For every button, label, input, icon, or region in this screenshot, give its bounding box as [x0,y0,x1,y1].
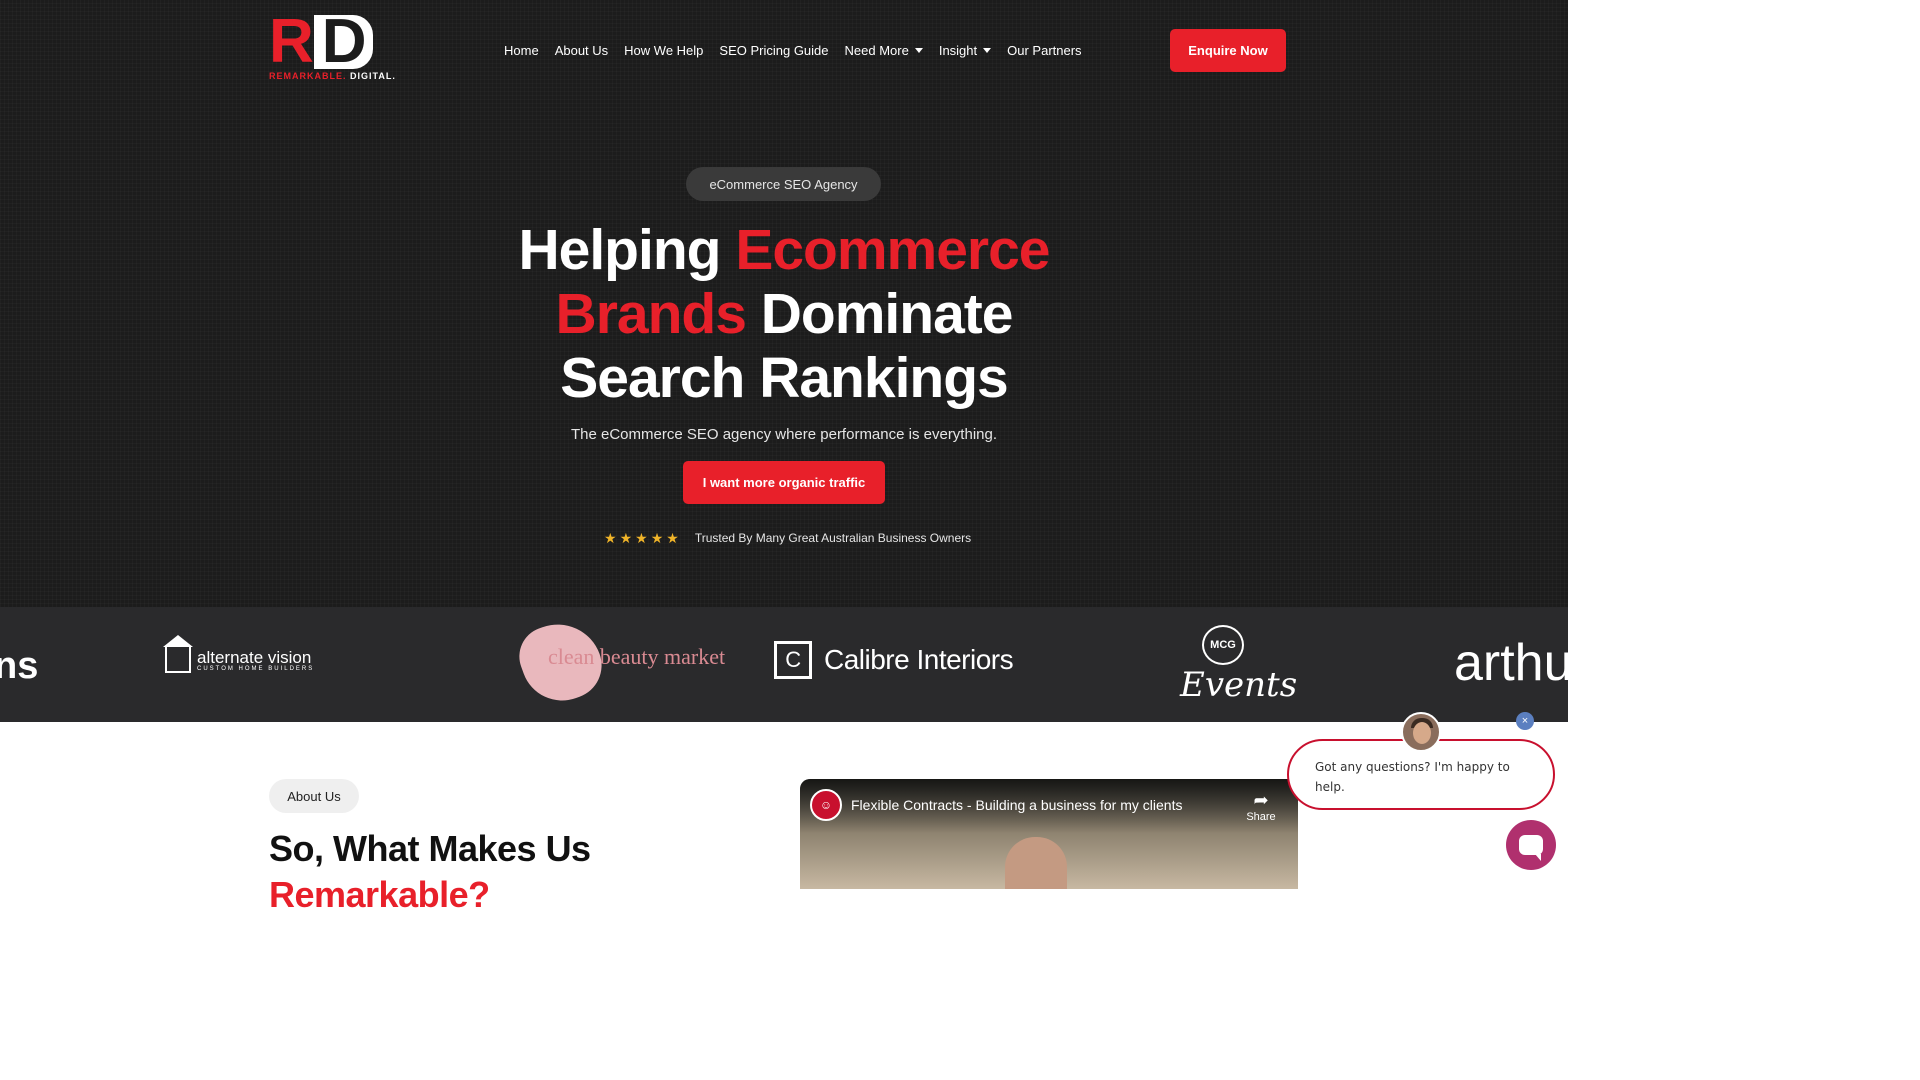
headline-highlight: Ecommerce [735,218,1050,282]
share-icon: ➦ [1253,790,1269,810]
hero-section: RD REMARKABLE. DIGITAL. Home About Us Ho… [0,0,1568,608]
youtube-video-embed[interactable]: ☺ Flexible Contracts - Building a busine… [800,779,1298,889]
client-logo-calibre-interiors: C Calibre Interiors [774,641,1014,679]
client-logo-name: Calibre Interiors [824,644,1014,675]
hero-tag-pill: eCommerce SEO Agency [686,167,881,201]
headline-text: Search Rankings [560,346,1009,410]
enquire-now-button[interactable]: Enquire Now [1170,29,1286,72]
nav-item-home[interactable]: Home [504,40,539,60]
hero-subline: The eCommerce SEO agency where performan… [570,426,998,443]
headline-highlight: Brands [555,282,747,346]
client-logo-partial: ns [0,645,39,687]
headline-text: Helping [518,218,736,282]
nav-item-our-partners[interactable]: Our Partners [1007,40,1081,60]
nav-label: Our Partners [1007,42,1082,58]
star-icon: ★ [650,530,664,546]
nav-label: About Us [554,42,609,58]
chevron-down-icon [914,47,923,53]
logo-wordmark-white: DIGITAL. [350,71,396,81]
nav-label: Need More [844,42,909,58]
logo-wordmark: REMARKABLE. DIGITAL. [269,71,411,81]
nav-item-about-us[interactable]: About Us [555,40,608,60]
nav-label: How We Help [624,42,704,58]
chat-bubble-icon [1519,835,1543,861]
nav-item-need-more[interactable]: Need More [845,40,923,60]
video-thumbnail-person [1005,837,1067,889]
star-icon: ★ [666,530,679,546]
about-heading: So, What Makes Us Remarkable? [269,826,591,918]
logo-mark: RD [269,7,411,76]
organic-traffic-cta-button[interactable]: I want more organic traffic [683,461,885,504]
mcg-badge: MCG [1202,625,1244,665]
client-logo-name: clean beauty market [548,644,726,669]
client-logo-alternate-vision: alternate vision CUSTOM HOME BUILDERS [163,635,315,673]
trust-text: Trusted By Many Great Australian Busines… [694,531,972,545]
channel-avatar-icon[interactable]: ☺ [810,789,842,821]
client-logo-name: alternate vision [197,647,312,667]
nav-item-seo-pricing-guide[interactable]: SEO Pricing Guide [719,40,828,60]
nav-label: Insight [938,42,978,58]
star-icon: ★ [619,530,633,546]
about-heading-highlight: Remarkable? [269,874,490,915]
star-icon: ★ [604,530,617,546]
nav-item-insight[interactable]: Insight [938,40,992,60]
logo-letter-r: R [269,7,314,76]
about-us-pill: About Us [269,779,359,813]
client-logo-tagline: CUSTOM HOME BUILDERS [197,665,315,672]
avatar-face [1413,722,1431,744]
nav-label: Home [504,42,539,58]
share-label: Share [1246,811,1276,823]
about-heading-line: So, What Makes Us [269,828,591,869]
site-logo[interactable]: RD REMARKABLE. DIGITAL. [269,7,411,82]
trust-row: ★ ★ ★ ★ ★ Trusted By Many Great Australi… [604,530,971,546]
headline-text: Dominate [745,282,1014,346]
close-icon[interactable]: × [1516,712,1534,730]
client-logo-clean-beauty-market: clean beauty market [511,612,725,712]
main-nav: Home About Us How We Help SEO Pricing Gu… [504,40,1098,60]
video-title[interactable]: Flexible Contracts - Building a business… [851,797,1182,813]
hero-headline: Helping Ecommerce Brands Dominate Search… [484,218,1084,410]
rating-stars: ★ ★ ★ ★ ★ [604,530,679,546]
logo-wordmark-red: REMARKABLE. [269,71,347,81]
client-logo-mcg-events: MCG Events [1178,621,1297,711]
calibre-mark-icon: C [774,641,812,679]
client-logo-name: Events [1180,665,1298,705]
client-logo-arthur-partial: arthu [1454,634,1568,692]
house-icon [163,635,193,673]
chat-launcher-button[interactable] [1506,820,1556,870]
chat-agent-avatar [1401,712,1441,752]
nav-label: SEO Pricing Guide [719,42,829,58]
client-logo-carousel: ns alternate vision CUSTOM HOME BUILDERS… [0,607,1568,722]
share-button[interactable]: ➦ Share [1241,789,1281,823]
chevron-down-icon [983,47,992,53]
nav-item-how-we-help[interactable]: How We Help [624,40,703,60]
star-icon: ★ [635,530,648,546]
logo-letter-d: D [313,11,373,73]
